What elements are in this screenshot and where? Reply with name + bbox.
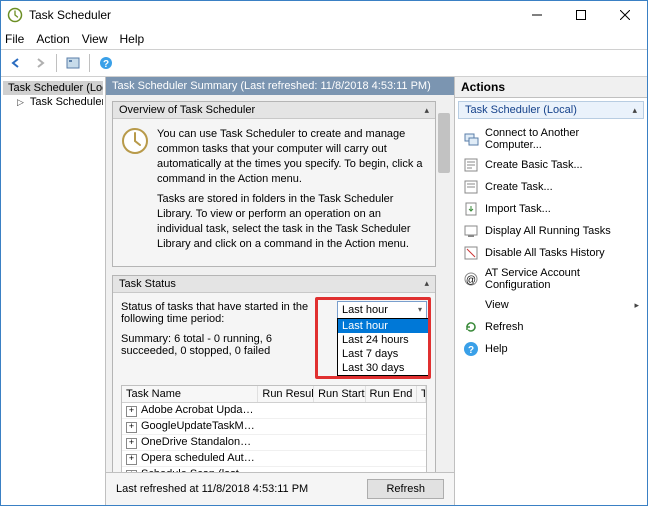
- action-import[interactable]: Import Task...: [459, 198, 643, 220]
- menu-help[interactable]: Help: [120, 32, 145, 46]
- clock-icon: [121, 127, 149, 155]
- maximize-button[interactable]: [559, 1, 603, 29]
- expand-icon[interactable]: +: [126, 406, 137, 417]
- table-row[interactable]: +Adobe Acrobat Update Task (la...: [122, 403, 426, 419]
- main-scroll: Overview of Task Scheduler ▴ You can use…: [106, 95, 454, 472]
- status-grid-body: +Adobe Acrobat Update Task (la...+Google…: [122, 403, 426, 472]
- at-icon: @: [463, 271, 479, 287]
- task-status-section: Task Status ▴ Status of tasks that have …: [112, 275, 436, 472]
- action-at[interactable]: @AT Service Account Configuration: [459, 264, 643, 294]
- task-status-header[interactable]: Task Status ▴: [113, 276, 435, 293]
- svg-text:?: ?: [468, 345, 474, 356]
- action-connect[interactable]: Connect to Another Computer...: [459, 124, 643, 154]
- chevron-down-icon: ▾: [418, 305, 422, 314]
- status-grid-header: Task Name Run Result Run Start Run End T…: [122, 386, 426, 403]
- action-refresh[interactable]: Refresh: [459, 316, 643, 338]
- collapse-icon: ▴: [632, 105, 637, 116]
- forward-button[interactable]: [29, 52, 51, 74]
- app-icon: [7, 7, 23, 23]
- collapse-icon[interactable]: ▴: [424, 278, 429, 289]
- body: Task Scheduler (Local) ▷ Task Scheduler …: [1, 77, 647, 505]
- menu-action[interactable]: Action: [36, 32, 69, 46]
- disable-icon: [463, 245, 479, 261]
- actions-header: Actions: [455, 77, 647, 98]
- table-row[interactable]: +GoogleUpdateTaskMachineCor...: [122, 419, 426, 435]
- status-period-label: Status of tasks that have started in the…: [121, 301, 329, 325]
- action-disable[interactable]: Disable All Tasks History: [459, 242, 643, 264]
- minimize-button[interactable]: [515, 1, 559, 29]
- basic-icon: [463, 157, 479, 173]
- tree-library[interactable]: ▷ Task Scheduler Library: [15, 95, 103, 109]
- actions-pane: Actions Task Scheduler (Local) ▴ Connect…: [454, 77, 647, 505]
- table-row[interactable]: +Schedule Scan (last run succee...: [122, 467, 426, 472]
- expand-icon[interactable]: +: [126, 454, 137, 465]
- window-buttons: [515, 1, 647, 29]
- app-window: Task Scheduler File Action View Help ? T…: [0, 0, 648, 506]
- dropdown-option[interactable]: Last 30 days: [338, 361, 428, 375]
- refresh-icon: [463, 319, 479, 335]
- menu-view[interactable]: View: [82, 32, 108, 46]
- toolbar: ?: [1, 50, 647, 77]
- dropdown-option[interactable]: Last 24 hours: [338, 333, 428, 347]
- chevron-right-icon: ▸: [634, 300, 639, 311]
- footer: Last refreshed at 11/8/2018 4:53:11 PM R…: [106, 472, 454, 505]
- import-icon: [463, 201, 479, 217]
- svg-text:@: @: [466, 275, 476, 286]
- footer-text: Last refreshed at 11/8/2018 4:53:11 PM: [116, 483, 308, 495]
- chevron-right-icon: ▷: [17, 97, 24, 108]
- view-icon: [463, 297, 479, 313]
- dropdown-option[interactable]: Last 7 days: [338, 347, 428, 361]
- table-row[interactable]: +OneDrive Standalone Update Ta...: [122, 435, 426, 451]
- action-basic[interactable]: Create Basic Task...: [459, 154, 643, 176]
- help-icon: ?: [463, 341, 479, 357]
- expand-icon[interactable]: +: [126, 470, 137, 472]
- connect-icon: [463, 131, 479, 147]
- titlebar: Task Scheduler: [1, 1, 647, 29]
- period-dropdown: Last hour Last 24 hours Last 7 days Last…: [337, 318, 429, 376]
- toolbar-icon[interactable]: [62, 52, 84, 74]
- tree-pane[interactable]: Task Scheduler (Local) ▷ Task Scheduler …: [1, 77, 106, 505]
- status-grid: Task Name Run Result Run Start Run End T…: [121, 385, 427, 472]
- main-pane: Task Scheduler Summary (Last refreshed: …: [106, 77, 454, 505]
- action-view[interactable]: View▸: [459, 294, 643, 316]
- overview-body: You can use Task Scheduler to create and…: [113, 119, 435, 266]
- collapse-icon[interactable]: ▴: [424, 105, 429, 116]
- status-summary: Summary: 6 total - 0 running, 6 succeede…: [121, 333, 329, 357]
- menubar: File Action View Help: [1, 29, 647, 50]
- actions-subheader[interactable]: Task Scheduler (Local) ▴: [458, 101, 644, 119]
- period-combo[interactable]: Last hour ▾: [337, 301, 427, 319]
- display-icon: [463, 223, 479, 239]
- help-button[interactable]: ?: [95, 52, 117, 74]
- tree-root[interactable]: Task Scheduler (Local): [3, 81, 103, 95]
- refresh-button[interactable]: Refresh: [367, 479, 444, 499]
- expand-icon[interactable]: +: [126, 422, 137, 433]
- dropdown-option[interactable]: Last hour: [338, 319, 428, 333]
- window-title: Task Scheduler: [29, 8, 515, 22]
- actions-list: Connect to Another Computer...Create Bas…: [455, 122, 647, 362]
- svg-text:?: ?: [103, 59, 109, 70]
- action-task[interactable]: Create Task...: [459, 176, 643, 198]
- task-icon: [463, 179, 479, 195]
- expand-icon[interactable]: +: [126, 438, 137, 449]
- overview-header[interactable]: Overview of Task Scheduler ▴: [113, 102, 435, 119]
- back-button[interactable]: [5, 52, 27, 74]
- summary-header: Task Scheduler Summary (Last refreshed: …: [106, 77, 454, 95]
- task-status-body: Status of tasks that have started in the…: [113, 293, 435, 472]
- action-help[interactable]: ?Help: [459, 338, 643, 360]
- scrollbar[interactable]: [437, 95, 451, 472]
- action-display[interactable]: Display All Running Tasks: [459, 220, 643, 242]
- period-combo-wrap: Last hour ▾ Last hour Last 24 hours Last…: [337, 301, 427, 319]
- table-row[interactable]: +Opera scheduled Autoupdate 1...: [122, 451, 426, 467]
- overview-section: Overview of Task Scheduler ▴ You can use…: [112, 101, 436, 267]
- close-button[interactable]: [603, 1, 647, 29]
- menu-file[interactable]: File: [5, 32, 24, 46]
